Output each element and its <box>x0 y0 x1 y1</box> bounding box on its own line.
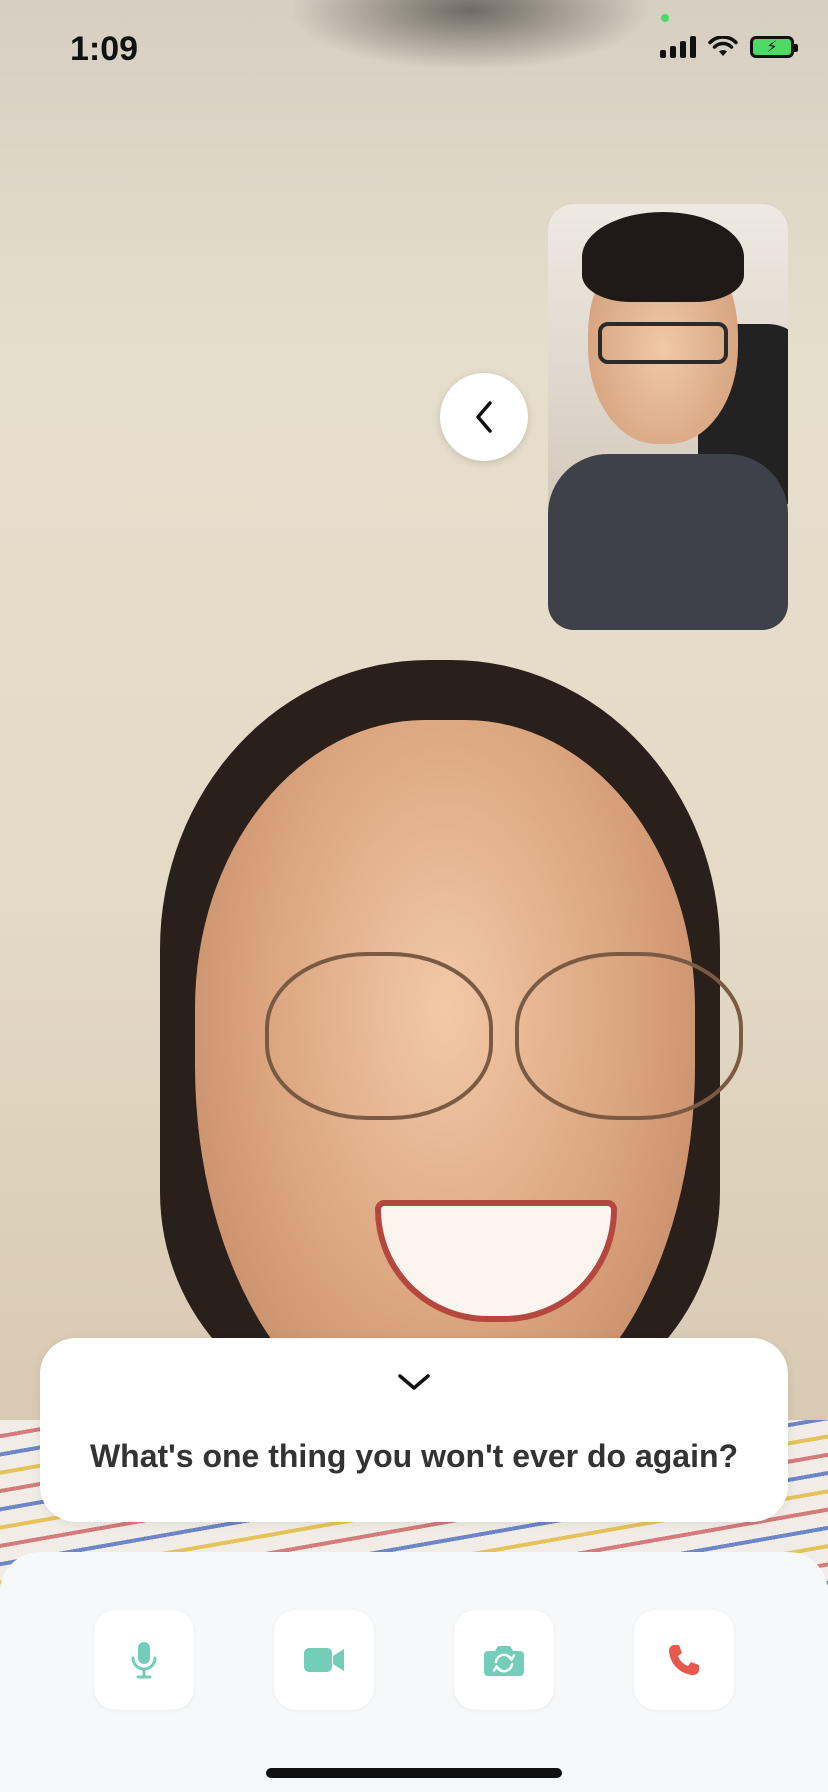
mute-button[interactable] <box>94 1610 194 1710</box>
status-bar: 1:09 ⚡ <box>0 0 828 100</box>
end-call-button[interactable] <box>634 1610 734 1710</box>
flip-camera-button[interactable] <box>454 1610 554 1710</box>
home-indicator <box>266 1768 562 1778</box>
call-controls-panel <box>0 1552 828 1792</box>
chevron-left-icon <box>476 401 492 433</box>
question-text: What's one thing you won't ever do again… <box>89 1438 739 1474</box>
video-toggle-button[interactable] <box>274 1610 374 1710</box>
status-time: 1:09 <box>70 30 139 68</box>
question-card[interactable]: What's one thing you won't ever do again… <box>40 1338 788 1522</box>
phone-end-icon <box>669 1645 699 1675</box>
cellular-signal-icon <box>660 36 696 58</box>
microphone-icon <box>131 1642 157 1679</box>
camera-in-use-indicator <box>661 14 669 22</box>
battery-charging-icon: ⚡ <box>750 36 798 58</box>
self-video-preview[interactable] <box>548 204 788 630</box>
flip-camera-icon <box>484 1646 524 1676</box>
video-camera-icon <box>304 1648 344 1672</box>
chevron-down-icon[interactable] <box>396 1370 432 1394</box>
wifi-icon <box>708 36 738 56</box>
collapse-preview-button[interactable] <box>440 373 528 461</box>
